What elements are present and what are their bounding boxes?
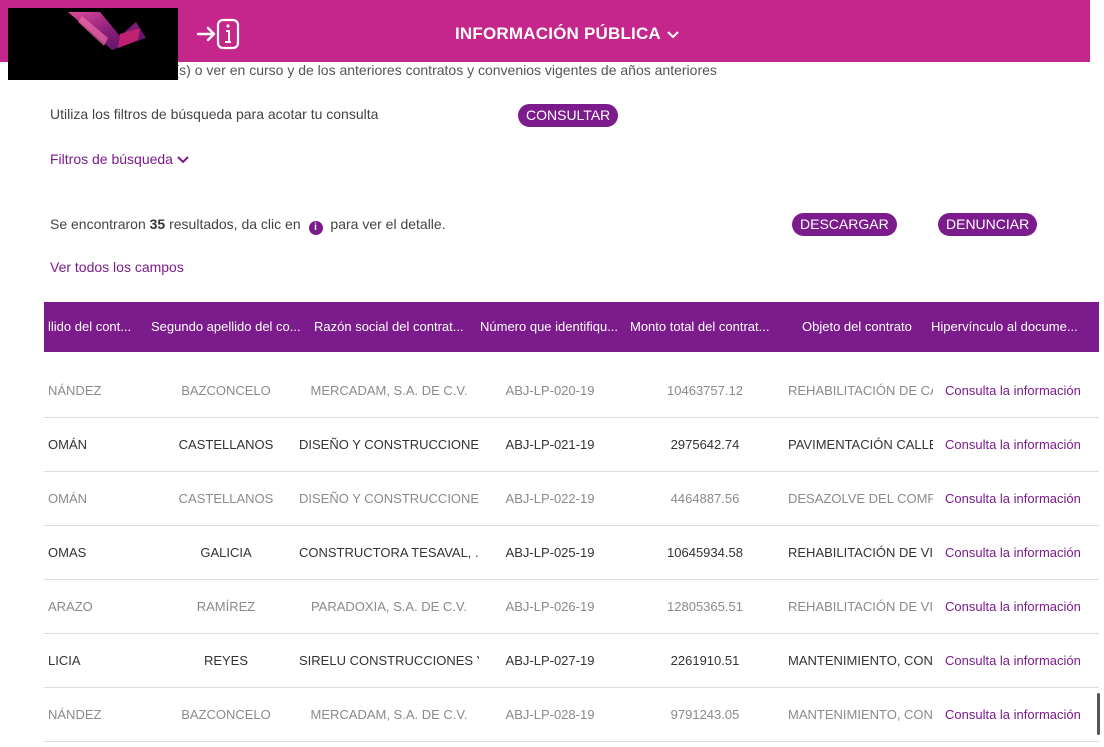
login-icon[interactable] — [194, 14, 242, 54]
table-cell: ABJ-LP-020-19 — [505, 383, 595, 398]
header-title-text: INFORMACIÓN PÚBLICA — [455, 24, 661, 43]
table-cell: ABJ-LP-021-19 — [505, 437, 595, 452]
table-header: llido del cont... Segundo apellido del c… — [44, 302, 1099, 352]
table-row: LICIA REYES SIRELU CONSTRUCCIONES Y... A… — [44, 634, 1099, 688]
table-cell: ABJ-LP-026-19 — [505, 599, 595, 614]
table-cell: BAZCONCELO — [181, 383, 271, 398]
table-cell: ABJ-LP-028-19 — [505, 707, 595, 722]
results-count: 35 — [149, 216, 166, 232]
table-cell: 12805365.51 — [667, 599, 743, 614]
column-header[interactable]: Segundo apellido del co... — [151, 302, 301, 352]
table-cell: PARADOXIA, S.A. DE C.V. — [310, 599, 468, 614]
table-cell: REHABILITACIÓN DE CA... — [788, 383, 933, 398]
table-cell: CASTELLANOS — [178, 491, 274, 506]
table-cell: ABJ-LP-027-19 — [505, 653, 595, 668]
column-header[interactable]: Razón social del contrat... — [314, 302, 464, 352]
table-cell: 2261910.51 — [670, 653, 740, 668]
consult-button[interactable]: CONSULTAR — [518, 104, 619, 127]
table-cell: DISEÑO Y CONSTRUCCIONE... — [299, 437, 479, 452]
table-cell: DESAZOLVE DEL COMP... — [788, 491, 933, 506]
table-cell: REHABILITACIÓN DE VI... — [788, 545, 933, 560]
column-header[interactable]: Monto total del contrat... — [630, 302, 780, 352]
table-cell: DISEÑO Y CONSTRUCCIONE... — [299, 491, 479, 506]
consult-info-link[interactable]: Consulta la información — [945, 526, 1095, 579]
info-icon: i — [308, 221, 323, 235]
column-header[interactable]: Número que identifiqu... — [480, 302, 620, 352]
table-cell: 9791243.05 — [670, 707, 740, 722]
search-filters-label: Filtros de búsqueda — [50, 151, 173, 167]
table-cell: REYES — [203, 653, 249, 668]
consult-info-link[interactable]: Consulta la información — [945, 364, 1095, 417]
table-cell: 10463757.12 — [667, 383, 743, 398]
download-button[interactable]: DESCARGAR — [792, 213, 897, 236]
table-cell: 2975642.74 — [670, 437, 740, 452]
table-cell: ABJ-LP-022-19 — [505, 491, 595, 506]
table-cell: PAVIMENTACIÓN CALLE... — [788, 437, 933, 452]
chevron-down-icon — [667, 24, 679, 44]
table-row: OMÁN CASTELLANOS DISEÑO Y CONSTRUCCIONE.… — [44, 472, 1099, 526]
table-cell: OMÁN — [48, 437, 87, 452]
table-cell: NÁNDEZ — [48, 707, 102, 722]
information-menu[interactable]: INFORMACIÓN PÚBLICA — [455, 24, 679, 44]
results-suffix: para ver el detalle. — [330, 216, 446, 232]
results-summary: Se encontraron 35 resultados, da clic en… — [50, 216, 446, 235]
consult-info-link[interactable]: Consulta la información — [945, 472, 1095, 525]
scrollbar-thumb[interactable] — [1097, 693, 1100, 735]
table-cell: ABJ-LP-025-19 — [505, 545, 595, 560]
column-header[interactable]: llido del cont... — [48, 302, 144, 352]
table-cell: OMAS — [48, 545, 87, 560]
results-middle: resultados, da clic en — [169, 216, 301, 232]
table-row: NÁNDEZ BAZCONCELO MERCADAM, S.A. DE C.V.… — [44, 364, 1099, 418]
results-prefix: Se encontraron — [50, 216, 146, 232]
table-cell: MANTENIMIENTO, CON... — [788, 707, 933, 722]
chevron-down-icon — [177, 151, 189, 167]
consult-info-link[interactable]: Consulta la información — [945, 418, 1095, 471]
table-row: OMAS GALICIA CONSTRUCTORA TESAVAL, ... A… — [44, 526, 1099, 580]
table-cell: REHABILITACIÓN DE VI... — [788, 599, 933, 614]
consult-info-link[interactable]: Consulta la información — [945, 688, 1095, 741]
consult-info-link[interactable]: Consulta la información — [945, 634, 1095, 687]
table-row: ARAZO RAMÍREZ PARADOXIA, S.A. DE C.V. AB… — [44, 580, 1099, 634]
report-button[interactable]: DENUNCIAR — [938, 213, 1038, 236]
column-header[interactable]: Hipervínculo al docume... — [931, 302, 1091, 352]
table-cell: LICIA — [48, 653, 81, 668]
table-cell: SIRELU CONSTRUCCIONES Y... — [299, 653, 479, 668]
table-cell: CASTELLANOS — [178, 437, 274, 452]
consult-info-link[interactable]: Consulta la información — [945, 580, 1095, 633]
table-cell: OMÁN — [48, 491, 87, 506]
table-cell: MERCADAM, S.A. DE C.V. — [310, 707, 468, 722]
table-cell: BAZCONCELO — [181, 707, 271, 722]
table-cell: MANTENIMIENTO, CON... — [788, 653, 933, 668]
table-cell: 4464887.56 — [670, 491, 740, 506]
table-row: NÁNDEZ BAZCONCELO MERCADAM, S.A. DE C.V.… — [44, 688, 1099, 742]
table-row: OMÁN CASTELLANOS DISEÑO Y CONSTRUCCIONE.… — [44, 418, 1099, 472]
table-cell: ARAZO — [48, 599, 93, 614]
table-cell: 10645934.58 — [667, 545, 743, 560]
table-cell: RAMÍREZ — [196, 599, 256, 614]
show-all-fields-link[interactable]: Ver todos los campos — [50, 259, 184, 275]
table-cell: GALICIA — [200, 545, 252, 560]
table-cell: MERCADAM, S.A. DE C.V. — [310, 383, 468, 398]
search-intro-text: Utiliza los filtros de búsqueda para aco… — [50, 106, 379, 122]
logo — [8, 8, 178, 80]
table-cell: NÁNDEZ — [48, 383, 102, 398]
search-filters-toggle[interactable]: Filtros de búsqueda — [50, 151, 189, 167]
column-header[interactable]: Objeto del contrato — [802, 302, 932, 352]
table-cell: CONSTRUCTORA TESAVAL, ... — [299, 545, 479, 560]
